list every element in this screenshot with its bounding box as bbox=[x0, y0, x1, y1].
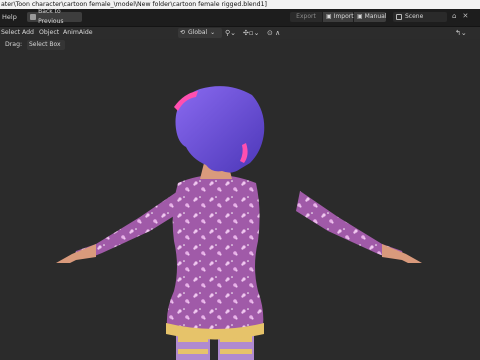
export-button[interactable]: Export bbox=[290, 12, 322, 22]
import-button[interactable]: ▣ Import bbox=[323, 12, 354, 22]
viewport-options-icon[interactable]: ↰⌄ bbox=[455, 27, 467, 39]
select-box-dropdown[interactable]: Select Box ⌵ bbox=[27, 40, 65, 58]
back-to-previous-label: Back to Previous bbox=[38, 8, 64, 25]
scene-label: Scene bbox=[405, 13, 424, 20]
chevron-down-icon: ⌄ bbox=[210, 29, 216, 36]
import-label: Import bbox=[333, 13, 354, 20]
proportional-edit-icon[interactable]: ⊙ ∧ bbox=[267, 27, 280, 39]
pivot-icon[interactable]: ⚲⌄ bbox=[225, 27, 236, 39]
manual-button[interactable]: ▣ Manual bbox=[354, 12, 386, 22]
scene-icon bbox=[396, 14, 402, 20]
transform-orientation-dropdown[interactable]: ⟲ Global ⌄ bbox=[178, 28, 222, 38]
close-icon[interactable]: ✕ bbox=[462, 12, 474, 20]
back-to-previous-button[interactable]: Back to Previous bbox=[27, 8, 82, 25]
viewport-header: Select Add Object AnimAide ⟲ Global ⌄ ⚲⌄… bbox=[0, 27, 480, 39]
right-hand bbox=[382, 244, 422, 263]
scene-selector[interactable]: Scene bbox=[393, 12, 447, 22]
left-hand bbox=[56, 244, 96, 263]
snap-icon[interactable]: ✣▫⌄ bbox=[243, 27, 259, 39]
torso bbox=[166, 175, 264, 333]
orientation-label: Global bbox=[188, 29, 208, 36]
top-bar: Help Back to Previous Export ▣ Import ▣ … bbox=[0, 8, 480, 27]
character-model bbox=[56, 86, 422, 360]
tool-settings-bar: Drag: Select Box ⌵ bbox=[0, 39, 480, 58]
book-icon: ▣ bbox=[357, 13, 363, 20]
menu-select[interactable]: Select bbox=[1, 27, 20, 39]
leg-stripe bbox=[220, 349, 252, 354]
import-icon: ▣ bbox=[326, 13, 332, 20]
leg-stripe bbox=[178, 349, 208, 354]
topbar-right-icons: ⌂✕ bbox=[452, 12, 474, 20]
drag-label: Drag: bbox=[5, 41, 23, 48]
menu-animaide[interactable]: AnimAide bbox=[63, 27, 93, 39]
manual-label: Manual bbox=[364, 13, 387, 20]
orientation-icon: ⟲ bbox=[180, 29, 186, 36]
menu-add[interactable]: Add bbox=[22, 27, 34, 39]
pin-icon[interactable]: ⌂ bbox=[452, 12, 462, 20]
screen-icon bbox=[30, 14, 37, 20]
help-menu[interactable]: Help bbox=[2, 13, 17, 21]
menu-object[interactable]: Object bbox=[39, 27, 59, 39]
